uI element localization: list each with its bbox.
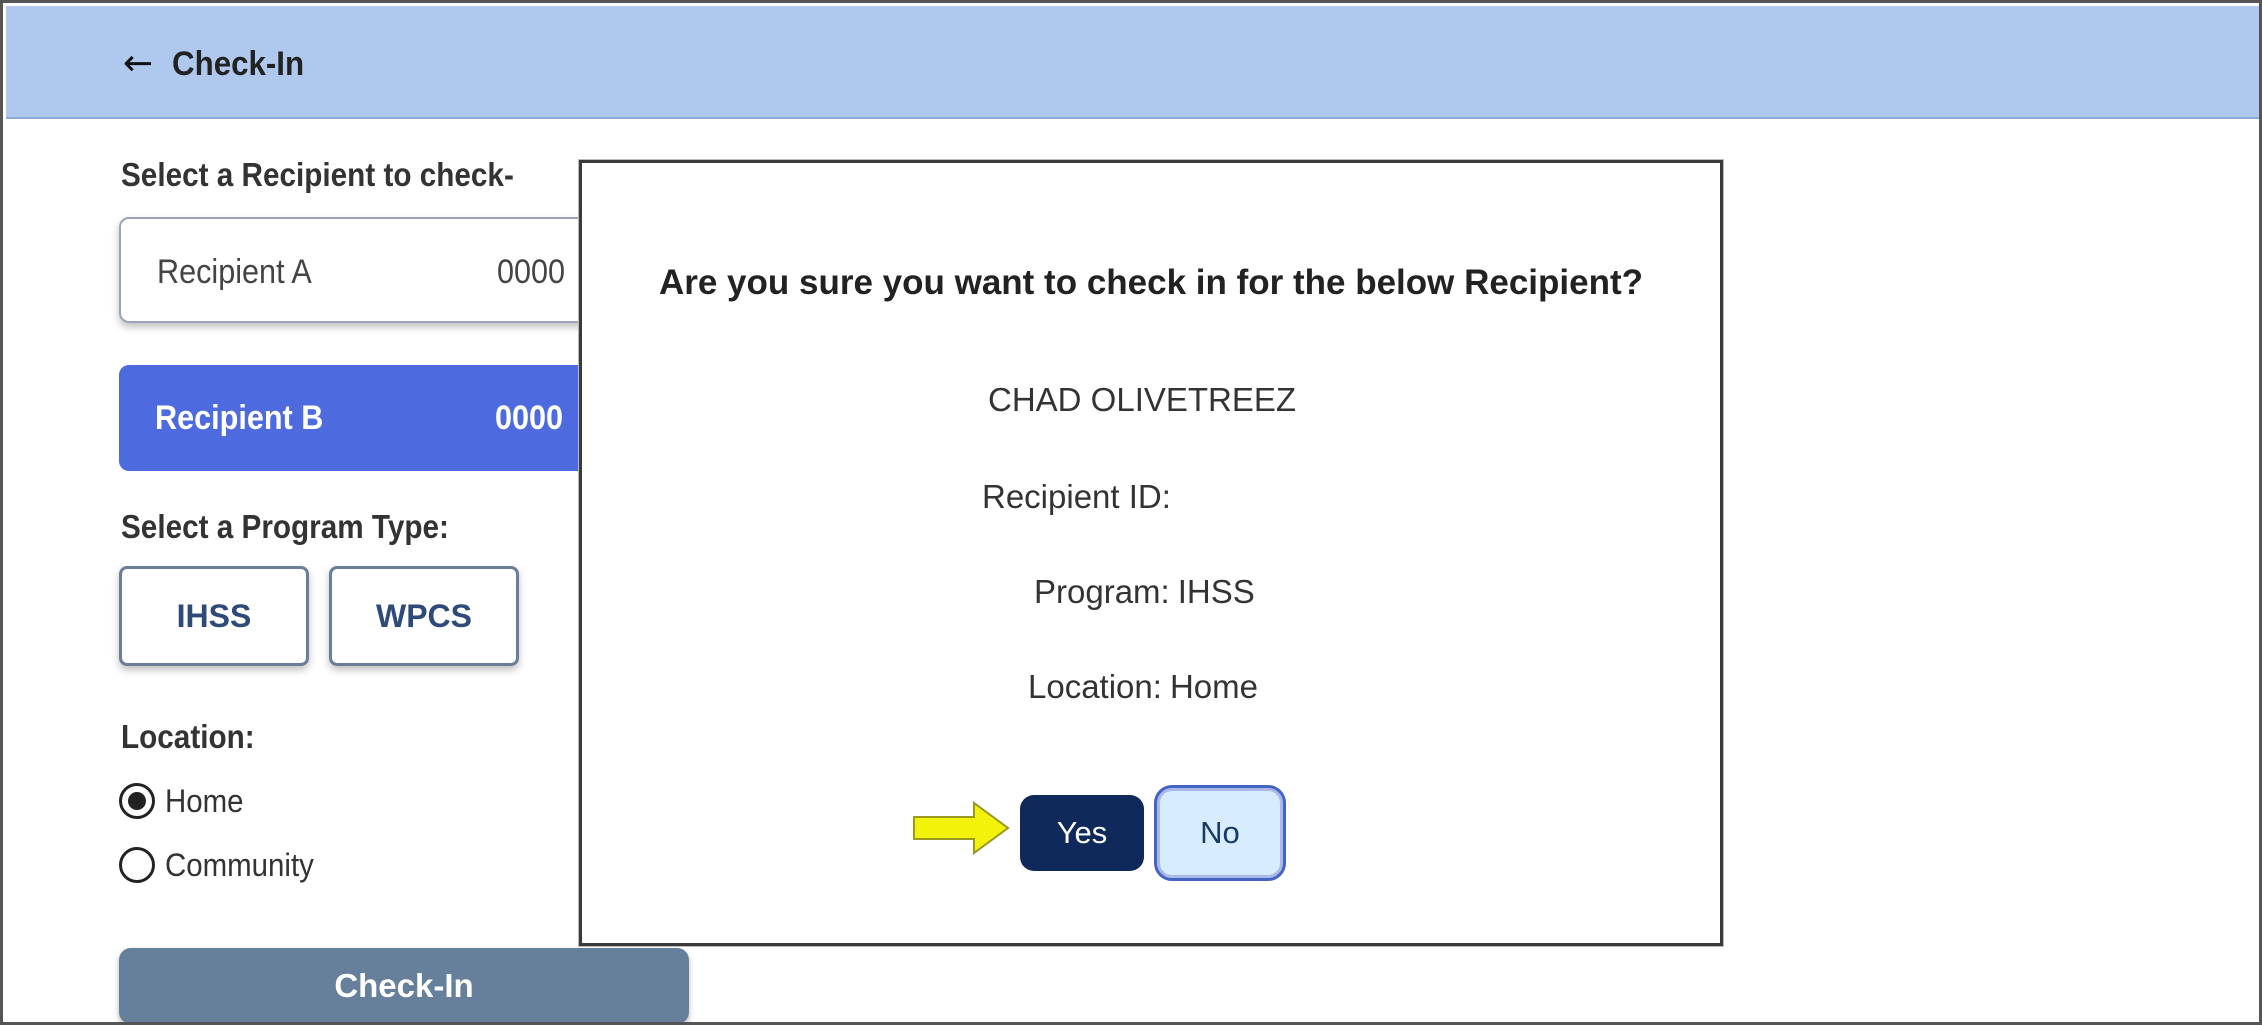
dialog-recipient-id: Recipient ID: <box>982 478 1179 516</box>
recipient-name: Recipient A <box>157 253 312 291</box>
yellow-arrow-right-icon <box>913 801 1010 855</box>
radio-checked-icon[interactable] <box>119 783 155 819</box>
top-bar: ← Check-In <box>6 6 2259 119</box>
program-section-label: Select a Program Type: <box>121 508 449 545</box>
recipient-card-a[interactable]: Recipient A 0000 <box>119 217 639 323</box>
location-community-option[interactable]: Community <box>119 845 327 885</box>
yes-button[interactable]: Yes <box>1020 795 1144 871</box>
dialog-program: Program: IHSS <box>1034 573 1255 611</box>
program-ihss-button[interactable]: IHSS <box>119 566 309 666</box>
location-community-label: Community <box>165 846 314 883</box>
radio-unchecked-icon[interactable] <box>119 847 155 883</box>
recipient-card-b[interactable]: Recipient B 0000 <box>119 365 639 471</box>
dialog-question: Are you sure you want to check in for th… <box>658 263 1644 302</box>
recipient-id: 0000 <box>497 253 566 291</box>
location-home-label: Home <box>165 782 244 819</box>
recipient-section-label: Select a Recipient to check- <box>121 156 514 193</box>
location-home-option[interactable]: Home <box>119 781 250 821</box>
location-label: Location: <box>1028 668 1162 705</box>
dialog-location: Location: Home <box>1028 668 1258 706</box>
recipient-id: 0000 <box>495 399 564 437</box>
arrow-left-icon[interactable]: ← <box>123 44 155 84</box>
page-title: Check-In <box>172 45 305 83</box>
recipient-name: Recipient B <box>155 399 324 437</box>
program-label: Program: <box>1034 573 1170 610</box>
location-value: Home <box>1169 668 1258 705</box>
dialog-recipient-name: CHAD OLIVETREEZ <box>988 381 1297 418</box>
location-section-label: Location: <box>121 718 255 755</box>
program-value: IHSS <box>1177 573 1255 610</box>
recipient-id-label: Recipient ID: <box>982 478 1171 515</box>
confirm-dialog: Are you sure you want to check in for th… <box>579 160 1723 946</box>
check-in-button[interactable]: Check-In <box>119 948 689 1022</box>
program-wpcs-button[interactable]: WPCS <box>329 566 519 666</box>
no-button[interactable]: No <box>1154 785 1286 881</box>
app-window: ← Check-In Select a Recipient to check- … <box>0 0 2262 1025</box>
